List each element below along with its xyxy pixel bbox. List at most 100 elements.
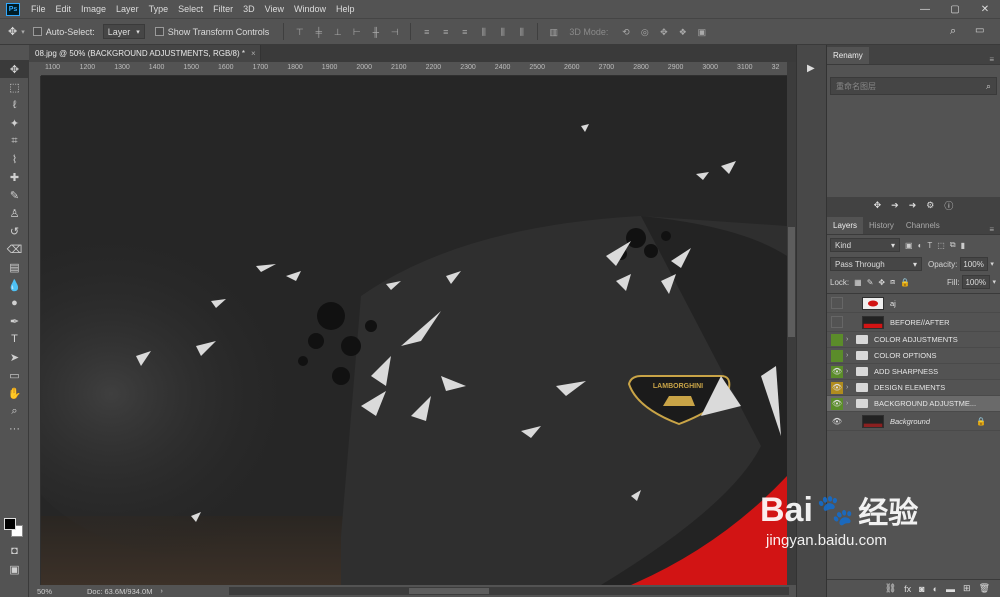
eye-icon[interactable]: 👁 <box>831 415 843 427</box>
chevron-right-icon[interactable]: › <box>160 588 162 595</box>
renamy-search-input[interactable]: 重命名图层 ⌕ <box>830 77 997 95</box>
lock-all-icon[interactable]: 🔒 <box>900 278 910 287</box>
chevron-down-icon[interactable]: ▾ <box>992 278 996 286</box>
vertical-scroll-thumb[interactable] <box>788 227 795 337</box>
layer-group-row[interactable]: › COLOR ADJUSTMENTS <box>827 332 1000 348</box>
visibility-toggle[interactable] <box>831 333 843 346</box>
eraser-tool-icon[interactable]: ⌫ <box>0 240 29 258</box>
gradient-tool-icon[interactable]: ▤ <box>0 258 29 276</box>
visibility-toggle[interactable] <box>831 349 843 362</box>
eye-icon[interactable]: 👁 <box>831 365 843 378</box>
distribute-hcenter-icon[interactable]: ⫼ <box>497 27 508 37</box>
minimize-button[interactable]: — <box>910 0 940 18</box>
menu-3d[interactable]: 3D <box>238 4 260 14</box>
link-layers-icon[interactable]: ⛓ <box>885 583 896 594</box>
document-tab[interactable]: 08.jpg @ 50% (BACKGROUND ADJUSTMENTS, RG… <box>29 45 261 62</box>
menu-image[interactable]: Image <box>76 4 111 14</box>
fill-input[interactable]: 100% <box>962 275 991 289</box>
eyedropper-tool-icon[interactable]: ⌇ <box>0 150 29 168</box>
3d-scale-icon[interactable]: ▣ <box>696 27 707 37</box>
clone-stamp-tool-icon[interactable]: ♙ <box>0 204 29 222</box>
chevron-down-icon[interactable]: ▾ <box>21 28 25 36</box>
add-style-icon[interactable]: fx <box>904 584 911 594</box>
horizontal-scrollbar[interactable] <box>229 587 789 595</box>
distribute-top-icon[interactable]: ≡ <box>421 27 432 37</box>
menu-filter[interactable]: Filter <box>208 4 238 14</box>
3d-orbit-icon[interactable]: ⟲ <box>620 27 631 37</box>
visibility-toggle[interactable] <box>831 297 843 309</box>
distribute-left-icon[interactable]: ⫼ <box>478 27 489 37</box>
brush-tool-icon[interactable]: ✎ <box>0 186 29 204</box>
lock-pixels-icon[interactable]: ✎ <box>867 278 874 287</box>
align-bottom-icon[interactable]: ⊥ <box>332 27 343 37</box>
more-tools-icon[interactable]: ··· <box>0 420 29 438</box>
doc-info[interactable]: Doc: 63.6M/934.0M <box>87 587 152 596</box>
eye-icon[interactable]: 👁 <box>831 381 843 394</box>
3d-pan-icon[interactable]: ✥ <box>658 27 669 37</box>
visibility-toggle[interactable] <box>831 316 843 328</box>
filter-adjustment-icon[interactable]: ◐ <box>918 241 923 250</box>
filter-pixel-icon[interactable]: ▣ <box>905 241 913 250</box>
document-canvas[interactable]: LAMBORGHINI <box>41 76 787 585</box>
add-mask-icon[interactable]: ◙ <box>919 584 924 594</box>
workspace-icon[interactable]: ▭ <box>975 25 984 36</box>
align-vcenter-icon[interactable]: ╪ <box>313 27 324 37</box>
3d-roll-icon[interactable]: ◎ <box>639 27 650 37</box>
close-button[interactable]: ✕ <box>970 0 1000 18</box>
layer-group-row[interactable]: › COLOR OPTIONS <box>827 348 1000 364</box>
filter-smart-icon[interactable]: ⧉ <box>950 240 956 250</box>
lock-position-icon[interactable]: ✥ <box>878 278 885 287</box>
tab-history[interactable]: History <box>863 217 900 234</box>
panel-menu-icon[interactable]: ≡ <box>989 225 994 234</box>
tab-channels[interactable]: Channels <box>900 217 946 234</box>
show-transform-checkbox[interactable] <box>154 27 164 36</box>
menu-help[interactable]: Help <box>331 4 360 14</box>
align-top-icon[interactable]: ⊤ <box>294 27 305 37</box>
distribute-bottom-icon[interactable]: ≡ <box>459 27 470 37</box>
tab-renamy[interactable]: Renamy <box>827 47 869 64</box>
3d-slide-icon[interactable]: ❖ <box>677 27 688 37</box>
pen-tool-icon[interactable]: ✒ <box>0 312 29 330</box>
menu-type[interactable]: Type <box>144 4 174 14</box>
zoom-tool-icon[interactable]: ⌕ <box>0 402 29 420</box>
chevron-right-icon[interactable]: › <box>846 400 854 407</box>
menu-view[interactable]: View <box>260 4 289 14</box>
quick-mask-icon[interactable]: ◘ <box>0 542 29 560</box>
marquee-tool-icon[interactable]: ⬚ <box>0 78 29 96</box>
menu-layer[interactable]: Layer <box>111 4 144 14</box>
layer-row[interactable]: aj <box>827 294 1000 313</box>
foreground-color-swatch[interactable] <box>4 518 16 530</box>
align-left-icon[interactable]: ⊢ <box>351 27 362 37</box>
menu-file[interactable]: File <box>26 4 51 14</box>
ruler-top[interactable]: 1100 1200 1300 1400 1500 1600 1700 1800 1900 2000… <box>41 62 787 76</box>
chevron-down-icon[interactable]: ▾ <box>990 260 994 268</box>
menu-edit[interactable]: Edit <box>51 4 77 14</box>
close-tab-icon[interactable]: × <box>251 49 256 58</box>
magic-wand-tool-icon[interactable]: ✦ <box>0 114 29 132</box>
adjustment-layer-icon[interactable]: ◐ <box>933 584 938 594</box>
layer-group-row[interactable]: 👁 › DESIGN ELEMENTS <box>827 380 1000 396</box>
dodge-tool-icon[interactable]: ● <box>0 294 29 312</box>
layer-row[interactable]: BEFORE//AFTER <box>827 313 1000 332</box>
new-layer-icon[interactable]: ⊞ <box>963 583 971 594</box>
healing-brush-tool-icon[interactable]: ✚ <box>0 168 29 186</box>
type-tool-icon[interactable]: T <box>0 330 29 348</box>
lock-transparent-icon[interactable]: ▦ <box>854 278 862 287</box>
settings-icon[interactable]: ⚙ <box>926 200 934 211</box>
align-right-icon[interactable]: ⊣ <box>389 27 400 37</box>
auto-select-checkbox[interactable] <box>32 27 42 36</box>
zoom-level[interactable]: 50% <box>37 587 77 596</box>
search-icon[interactable]: ⌕ <box>950 25 956 38</box>
opacity-input[interactable]: 100% <box>960 257 989 271</box>
chevron-right-icon[interactable]: › <box>846 384 854 391</box>
arrange-icon[interactable]: ✥ <box>874 200 882 211</box>
arrow-right-icon[interactable]: ➔ <box>891 200 899 211</box>
filter-type-icon[interactable]: T <box>927 241 932 250</box>
panel-menu-icon[interactable]: ≡ <box>989 55 994 64</box>
chevron-right-icon[interactable]: › <box>846 352 854 359</box>
ruler-left[interactable] <box>29 76 41 585</box>
align-hcenter-icon[interactable]: ╫ <box>370 27 381 37</box>
blur-tool-icon[interactable]: 💧 <box>0 276 29 294</box>
move-tool-icon[interactable]: ✥ <box>0 60 29 78</box>
layer-group-row[interactable]: 👁 › ADD SHARPNESS <box>827 364 1000 380</box>
